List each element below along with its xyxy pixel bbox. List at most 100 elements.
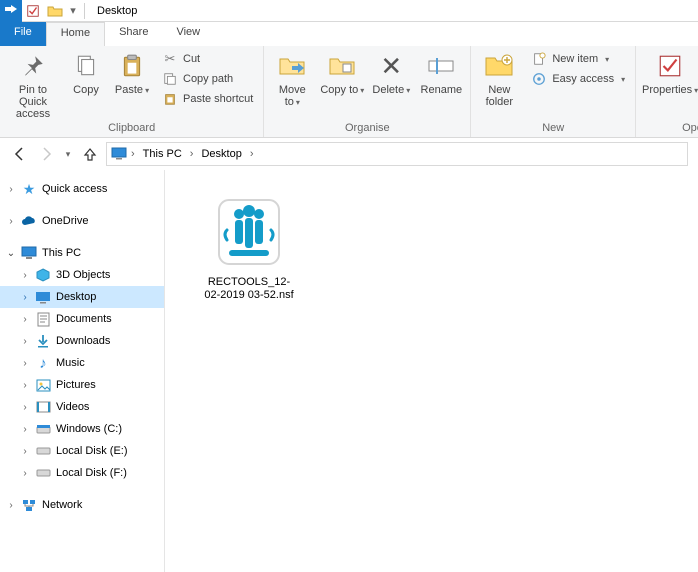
ribbon-group-new: New folder New item▾ Easy access▾ New — [471, 46, 636, 137]
nsf-file-icon — [209, 192, 289, 272]
copy-path-button[interactable]: Copy path — [158, 70, 257, 88]
rename-button[interactable]: Rename — [418, 48, 464, 96]
tree-drive-f[interactable]: ›Local Disk (F:) — [0, 462, 164, 484]
system-menu-icon[interactable] — [0, 0, 22, 22]
tree-pictures[interactable]: ›Pictures — [0, 374, 164, 396]
pin-to-quick-access-button[interactable]: Pin to Quick access — [6, 48, 60, 120]
pictures-icon — [34, 376, 52, 394]
group-label-clipboard: Clipboard — [6, 120, 257, 137]
copy-icon — [70, 50, 102, 82]
documents-icon — [34, 310, 52, 328]
move-to-icon — [276, 50, 308, 82]
ribbon-group-open: Properties▾ Op Edi His Open — [636, 46, 698, 137]
tree-network[interactable]: ›Network — [0, 494, 164, 516]
breadcrumb-path[interactable]: › This PC › Desktop › — [106, 142, 688, 166]
cut-icon: ✂ — [162, 51, 178, 67]
tree-downloads[interactable]: ›Downloads — [0, 330, 164, 352]
tab-view[interactable]: View — [162, 22, 214, 46]
tab-home[interactable]: Home — [46, 22, 105, 46]
ribbon-tabs: File Home Share View — [0, 22, 698, 46]
qat-customize-icon[interactable]: ▾ — [66, 0, 80, 22]
tree-videos[interactable]: ›Videos — [0, 396, 164, 418]
cut-button[interactable]: ✂Cut — [158, 50, 257, 68]
breadcrumb-desktop[interactable]: Desktop — [197, 146, 245, 162]
network-icon — [20, 496, 38, 514]
breadcrumb-thispc[interactable]: This PC — [139, 146, 186, 162]
tree-onedrive[interactable]: ›OneDrive — [0, 210, 164, 232]
new-folder-label: New folder — [477, 84, 521, 108]
title-bar: ▾ Desktop — [0, 0, 698, 22]
properties-icon — [654, 50, 686, 82]
tree-3d-objects[interactable]: ›3D Objects — [0, 264, 164, 286]
tab-share[interactable]: Share — [105, 22, 162, 46]
downloads-icon — [34, 332, 52, 350]
music-icon: ♪ — [34, 354, 52, 372]
pin-icon — [17, 50, 49, 82]
tree-desktop[interactable]: ›Desktop — [0, 286, 164, 308]
qat-new-folder-icon[interactable] — [44, 0, 66, 22]
pc-icon — [111, 145, 127, 164]
videos-icon — [34, 398, 52, 416]
easy-access-button[interactable]: Easy access▾ — [527, 70, 629, 88]
properties-button[interactable]: Properties▾ — [642, 48, 698, 97]
address-bar: ▾ › This PC › Desktop › — [0, 138, 698, 170]
file-list[interactable]: RECTOOLS_12-02-2019 03-52.nsf — [165, 170, 698, 572]
nav-recent-button[interactable]: ▾ — [62, 144, 74, 164]
navigation-tree: ›★Quick access ›OneDrive ⌄This PC ›3D Ob… — [0, 170, 165, 572]
tree-this-pc[interactable]: ⌄This PC — [0, 242, 164, 264]
move-to-button[interactable]: Move to▾ — [270, 48, 314, 109]
quick-access-toolbar: ▾ — [0, 0, 89, 21]
move-to-label: Move to▾ — [270, 84, 314, 109]
copy-button[interactable]: Copy — [66, 48, 106, 96]
group-label-new: New — [477, 120, 629, 137]
new-item-icon — [531, 51, 547, 67]
tab-file[interactable]: File — [0, 22, 46, 46]
nav-back-button[interactable] — [10, 144, 30, 164]
paste-label: Paste▾ — [115, 84, 149, 97]
new-folder-button[interactable]: New folder — [477, 48, 521, 108]
cloud-icon — [20, 212, 38, 230]
breadcrumb-sep[interactable]: › — [129, 148, 137, 160]
copy-to-label: Copy to▾ — [320, 84, 364, 97]
copy-to-button[interactable]: Copy to▾ — [320, 48, 364, 97]
ribbon: Pin to Quick access Copy Paste▾ ✂Cut Cop… — [0, 46, 698, 138]
desktop-icon — [34, 288, 52, 306]
explorer-body: ›★Quick access ›OneDrive ⌄This PC ›3D Ob… — [0, 170, 698, 572]
nav-forward-button[interactable] — [36, 144, 56, 164]
tree-drive-c[interactable]: ›Windows (C:) — [0, 418, 164, 440]
paste-shortcut-icon — [162, 91, 178, 107]
copy-to-icon — [326, 50, 358, 82]
tree-documents[interactable]: ›Documents — [0, 308, 164, 330]
drive-icon — [34, 420, 52, 438]
properties-label: Properties▾ — [642, 84, 698, 97]
window-title: Desktop — [89, 5, 137, 17]
pin-label: Pin to Quick access — [6, 84, 60, 120]
tree-drive-e[interactable]: ›Local Disk (E:) — [0, 440, 164, 462]
delete-icon: ✕ — [375, 50, 407, 82]
paste-icon — [116, 50, 148, 82]
ribbon-group-clipboard: Pin to Quick access Copy Paste▾ ✂Cut Cop… — [0, 46, 264, 137]
nav-up-button[interactable] — [80, 144, 100, 164]
new-folder-icon — [483, 50, 515, 82]
paste-shortcut-button[interactable]: Paste shortcut — [158, 90, 257, 108]
group-label-organise: Organise — [270, 120, 464, 137]
delete-button[interactable]: ✕ Delete▾ — [370, 48, 412, 97]
copy-path-icon — [162, 71, 178, 87]
qat-properties-icon[interactable] — [22, 0, 44, 22]
ribbon-group-organise: Move to▾ Copy to▾ ✕ Delete▾ Rename Organ… — [264, 46, 471, 137]
paste-button[interactable]: Paste▾ — [112, 48, 152, 97]
easy-access-icon — [531, 71, 547, 87]
new-item-button[interactable]: New item▾ — [527, 50, 629, 68]
breadcrumb-sep[interactable]: › — [248, 148, 256, 160]
pc-icon — [20, 244, 38, 262]
drive-icon — [34, 464, 52, 482]
rename-icon — [425, 50, 457, 82]
cube-icon — [34, 266, 52, 284]
copy-label: Copy — [73, 84, 99, 96]
delete-label: Delete▾ — [372, 84, 410, 97]
group-label-open: Open — [642, 120, 698, 137]
breadcrumb-sep[interactable]: › — [188, 148, 196, 160]
tree-music[interactable]: ›♪Music — [0, 352, 164, 374]
tree-quick-access[interactable]: ›★Quick access — [0, 178, 164, 200]
file-item-nsf[interactable]: RECTOOLS_12-02-2019 03-52.nsf — [201, 192, 297, 302]
